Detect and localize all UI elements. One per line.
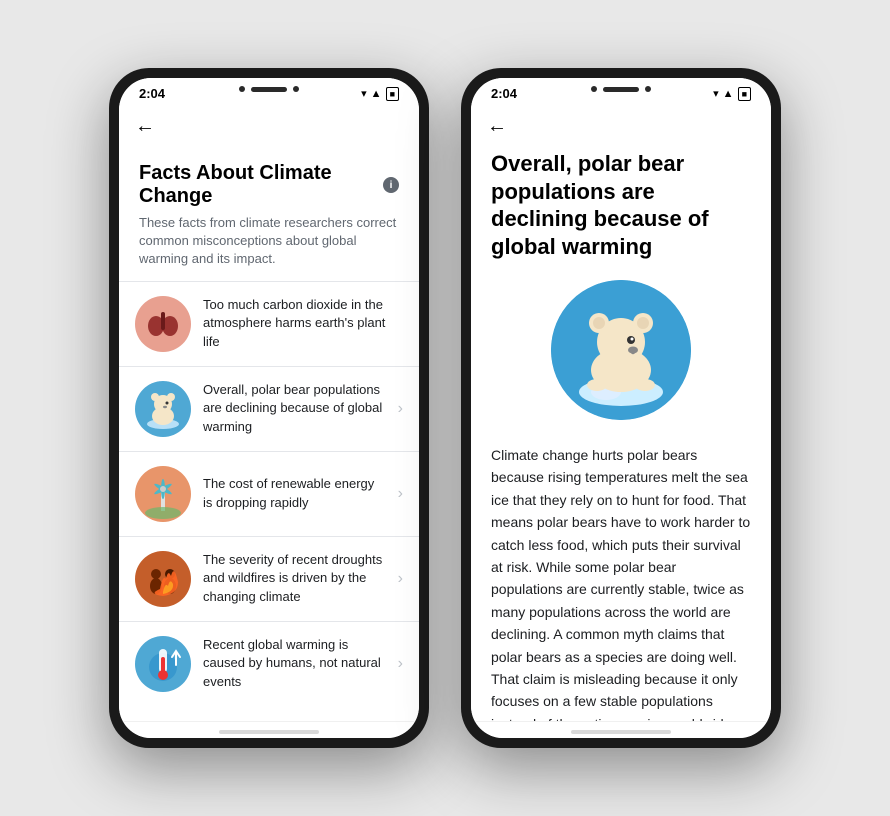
fact-item-thermometer[interactable]: Recent global warming is caused by human… [119, 621, 419, 706]
phone-1: 2:04 ▾ ▲ ■ ← Facts About Climate Change … [109, 68, 429, 748]
screen2-body: Climate change hurts polar bears because… [491, 444, 751, 721]
fact-text-wind: The cost of renewable energy is dropping… [203, 475, 386, 511]
nav-bar-1: ← [119, 105, 419, 146]
fact-icon-lungs [135, 296, 191, 352]
time-1: 2:04 [139, 86, 165, 101]
time-2: 2:04 [491, 86, 517, 101]
wifi-icon: ▾ [361, 87, 367, 100]
fact-item-wind[interactable]: The cost of renewable energy is dropping… [119, 451, 419, 536]
fact-item-lungs[interactable]: Too much carbon dioxide in the atmospher… [119, 281, 419, 366]
back-button-1[interactable]: ← [135, 115, 155, 138]
signal-icon: ▲ [371, 88, 382, 100]
screen1-title: Facts About Climate Change i [139, 162, 399, 208]
fact-text-thermometer: Recent global warming is caused by human… [203, 636, 386, 691]
screen2-inner: Overall, polar bear populations are decl… [471, 146, 771, 721]
home-indicator-1 [219, 730, 319, 734]
chevron-fire: › [398, 570, 403, 588]
battery-icon-2: ■ [738, 87, 751, 101]
polar-bear-illustration [491, 280, 751, 420]
status-icons-1: ▾ ▲ ■ [361, 87, 399, 101]
fact-item-fire[interactable]: The severity of recent droughts and wild… [119, 536, 419, 621]
polar-bear-circle [551, 280, 691, 420]
fact-item-bear[interactable]: Overall, polar bear populations are decl… [119, 366, 419, 451]
screen1-subtitle: These facts from climate researchers cor… [139, 214, 399, 269]
signal-icon-2: ▲ [723, 88, 734, 100]
fact-text-fire: The severity of recent droughts and wild… [203, 551, 386, 606]
screen2-title: Overall, polar bear populations are decl… [491, 146, 751, 260]
screen1-header: Facts About Climate Change i These facts… [119, 146, 419, 281]
title-info-icon[interactable]: i [383, 177, 399, 193]
fact-text-bear: Overall, polar bear populations are decl… [203, 381, 386, 436]
home-indicator-2 [571, 730, 671, 734]
screen-2-content: Overall, polar bear populations are decl… [471, 146, 771, 721]
chevron-bear: › [398, 400, 403, 418]
status-icons-2: ▾ ▲ ■ [713, 87, 751, 101]
battery-icon: ■ [386, 87, 399, 101]
fact-icon-bear [135, 381, 191, 437]
phone-2-bottom [471, 721, 771, 738]
chevron-wind: › [398, 485, 403, 503]
phones-container: 2:04 ▾ ▲ ■ ← Facts About Climate Change … [109, 68, 781, 748]
phone-2: 2:04 ▾ ▲ ■ ← Overall, polar bear populat… [461, 68, 781, 748]
fact-text-lungs: Too much carbon dioxide in the atmospher… [203, 296, 403, 351]
fact-icon-thermometer [135, 636, 191, 692]
phone-1-bottom [119, 721, 419, 738]
fact-icon-fire [135, 551, 191, 607]
wifi-icon-2: ▾ [713, 87, 719, 100]
back-button-2[interactable]: ← [487, 115, 507, 138]
fact-list: Too much carbon dioxide in the atmospher… [119, 281, 419, 706]
screen-1-content: Facts About Climate Change i These facts… [119, 146, 419, 721]
nav-bar-2: ← [471, 105, 771, 146]
fact-icon-wind [135, 466, 191, 522]
chevron-thermometer: › [398, 655, 403, 673]
